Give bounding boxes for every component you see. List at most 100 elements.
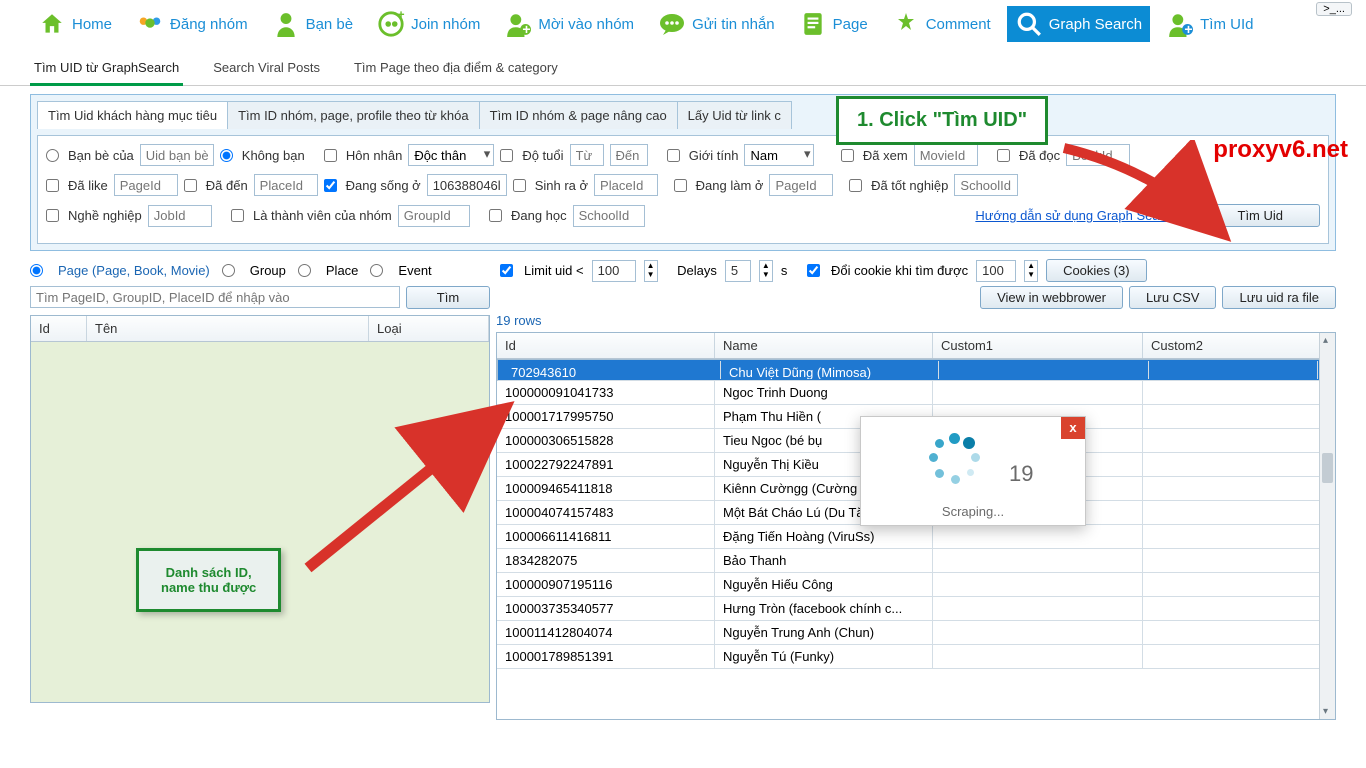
spin-down-icon[interactable]: ▼ xyxy=(1025,270,1037,279)
input-den[interactable] xyxy=(610,144,648,166)
input-schoolid[interactable] xyxy=(954,174,1018,196)
spin-up-icon[interactable]: ▲ xyxy=(1025,261,1037,270)
spin-down-icon[interactable]: ▼ xyxy=(645,270,657,279)
nav-ban-be[interactable]: Bạn bè xyxy=(264,6,362,42)
col-loai[interactable]: Loại xyxy=(369,316,489,341)
input-dang-hoc[interactable] xyxy=(573,205,645,227)
chk-thanh-vien[interactable] xyxy=(231,209,244,222)
input-groupid[interactable] xyxy=(398,205,470,227)
table-row[interactable]: 100000907195116Nguyễn Hiếu Công xyxy=(497,573,1335,597)
input-search-id[interactable] xyxy=(30,286,400,308)
cookies-button[interactable]: Cookies (3) xyxy=(1046,259,1146,282)
sel-gioi-tinh[interactable]: Nam xyxy=(744,144,814,166)
nav-graph-search[interactable]: Graph Search xyxy=(1007,6,1150,42)
tim-button[interactable]: Tìm xyxy=(406,286,490,309)
nav-dang-nhom[interactable]: Đăng nhóm xyxy=(128,6,256,42)
cell-name: Nguyễn Tú (Funky) xyxy=(715,645,933,668)
view-browser-button[interactable]: View in webbrower xyxy=(980,286,1123,309)
console-toggle[interactable]: >_... xyxy=(1316,2,1352,16)
col-custom2[interactable]: Custom2 xyxy=(1143,333,1335,358)
nav-gui-tin-nhan[interactable]: Gửi tin nhắn xyxy=(650,6,783,42)
intab-target[interactable]: Tìm Uid khách hàng mục tiêu xyxy=(37,101,228,129)
col-id[interactable]: Id xyxy=(31,316,87,341)
radio-khong-ban[interactable] xyxy=(220,149,233,162)
input-pageid[interactable] xyxy=(114,174,178,196)
col-id[interactable]: Id xyxy=(497,333,715,358)
chk-hon-nhan[interactable] xyxy=(324,149,337,162)
left-grid: Id Tên Loại xyxy=(30,315,490,703)
table-row[interactable]: 702943610Chu Việt Dũng (Mimosa) xyxy=(497,359,1335,381)
save-csv-button[interactable]: Lưu CSV xyxy=(1129,286,1217,309)
subtab-viral[interactable]: Search Viral Posts xyxy=(209,54,324,85)
chk-cookie[interactable] xyxy=(807,264,820,277)
chk-limit[interactable] xyxy=(500,264,513,277)
nav-join-nhom[interactable]: + Join nhóm xyxy=(369,6,488,42)
label-dang-lam: Đang làm ở xyxy=(696,178,764,193)
cell-custom1 xyxy=(933,549,1143,572)
chk-da-like[interactable] xyxy=(46,179,59,192)
radio-group[interactable] xyxy=(222,264,235,277)
nav-comment[interactable]: Comment xyxy=(884,6,999,42)
col-name[interactable]: Name xyxy=(715,333,933,358)
radio-ban-be[interactable] xyxy=(46,149,59,162)
spin-up-icon[interactable]: ▲ xyxy=(645,261,657,270)
nav-page[interactable]: Page xyxy=(791,6,876,42)
guide-link[interactable]: Hướng dẫn sử dụng Graph Search xyxy=(975,208,1177,223)
input-tu[interactable] xyxy=(570,144,604,166)
label-cookie: Đổi cookie khi tìm được xyxy=(831,263,968,278)
scroll-thumb[interactable] xyxy=(1322,453,1333,483)
input-dang-song[interactable] xyxy=(427,174,507,196)
table-row[interactable]: 100011412804074Nguyễn Trung Anh (Chun) xyxy=(497,621,1335,645)
chk-do-tuoi[interactable] xyxy=(500,149,513,162)
table-row[interactable]: 100006611416811Đặng Tiến Hoàng (ViruSs) xyxy=(497,525,1335,549)
save-file-button[interactable]: Lưu uid ra file xyxy=(1222,286,1336,309)
spin-down-icon[interactable]: ▼ xyxy=(760,270,772,279)
col-custom1[interactable]: Custom1 xyxy=(933,333,1143,358)
table-row[interactable]: 100003735340577Hưng Tròn (facebook chính… xyxy=(497,597,1335,621)
table-row[interactable]: 1834282075Bảo Thanh xyxy=(497,549,1335,573)
intab-advanced[interactable]: Tìm ID nhóm & page nâng cao xyxy=(479,101,678,129)
chk-da-doc[interactable] xyxy=(997,149,1010,162)
cell-custom2 xyxy=(1143,429,1335,452)
sel-hon-nhan[interactable]: Độc thân xyxy=(408,144,494,166)
label-da-den: Đã đến xyxy=(206,178,248,193)
tim-uid-button[interactable]: Tìm Uid xyxy=(1201,204,1321,227)
cell-name: Chu Việt Dũng (Mimosa) xyxy=(721,361,939,379)
intab-from-link[interactable]: Lấy Uid từ link c xyxy=(677,101,792,129)
input-cookie[interactable] xyxy=(976,260,1016,282)
close-icon[interactable]: x xyxy=(1061,417,1085,439)
col-ten[interactable]: Tên xyxy=(87,316,369,341)
chk-sinh-ra[interactable] xyxy=(513,179,526,192)
chk-dang-hoc[interactable] xyxy=(489,209,502,222)
chk-nghe-nghiep[interactable] xyxy=(46,209,59,222)
intab-keyword[interactable]: Tìm ID nhóm, page, profile theo từ khóa xyxy=(227,101,480,129)
input-uid-friend[interactable] xyxy=(140,144,214,166)
input-movieid[interactable] xyxy=(914,144,978,166)
chk-da-den[interactable] xyxy=(184,179,197,192)
input-placeid[interactable] xyxy=(254,174,318,196)
chk-dang-lam[interactable] xyxy=(674,179,687,192)
inner-tabs: Tìm Uid khách hàng mục tiêu Tìm ID nhóm,… xyxy=(37,101,1329,129)
chk-da-xem[interactable] xyxy=(841,149,854,162)
subtab-graphsearch[interactable]: Tìm UID từ GraphSearch xyxy=(30,54,183,85)
input-bookid[interactable] xyxy=(1066,144,1130,166)
chk-tot-nghiep[interactable] xyxy=(849,179,862,192)
input-sinh-ra[interactable] xyxy=(594,174,658,196)
nav-moi-vao-nhom[interactable]: + Mời vào nhóm xyxy=(496,6,642,42)
input-dang-lam[interactable] xyxy=(769,174,833,196)
nav-tim-uid[interactable]: + Tìm UId xyxy=(1158,6,1261,42)
radio-place[interactable] xyxy=(298,264,311,277)
chk-dang-song[interactable] xyxy=(324,179,337,192)
table-row[interactable]: 100001789851391Nguyễn Tú (Funky) xyxy=(497,645,1335,669)
input-delays[interactable] xyxy=(725,260,751,282)
scrollbar[interactable] xyxy=(1319,333,1335,719)
chk-gioi-tinh[interactable] xyxy=(667,149,680,162)
spin-up-icon[interactable]: ▲ xyxy=(760,261,772,270)
radio-event[interactable] xyxy=(370,264,383,277)
nav-home[interactable]: Home xyxy=(30,6,120,42)
subtab-page-location[interactable]: Tìm Page theo địa điểm & category xyxy=(350,54,562,85)
table-row[interactable]: 100000091041733Ngoc Trinh Duong xyxy=(497,381,1335,405)
radio-page[interactable] xyxy=(30,264,43,277)
input-limit[interactable] xyxy=(592,260,636,282)
input-jobid[interactable] xyxy=(148,205,212,227)
